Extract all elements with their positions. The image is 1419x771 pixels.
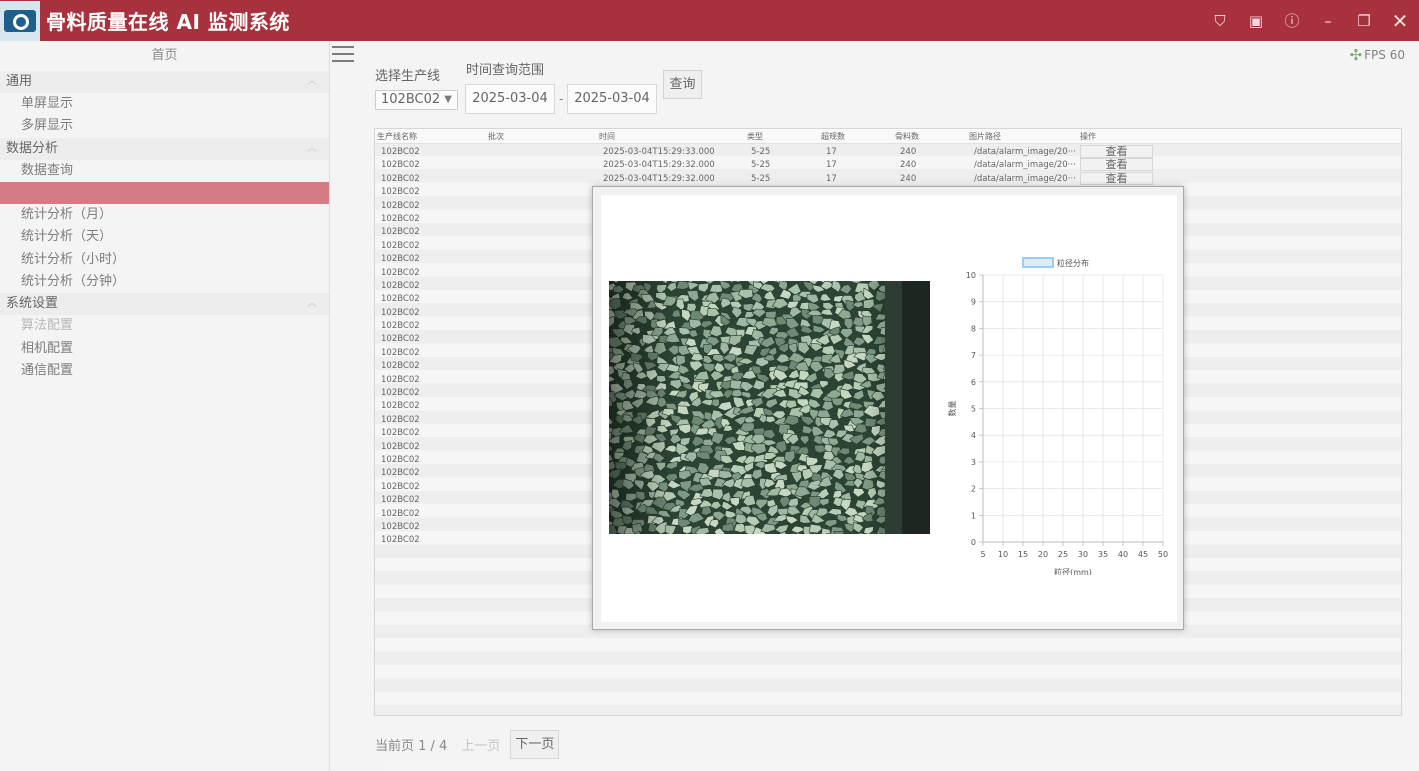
aggregate-image <box>609 281 930 534</box>
x-tick-label: 35 <box>1098 550 1108 559</box>
x-tick-label: 30 <box>1078 550 1088 559</box>
legend-swatch[interactable] <box>1022 257 1054 268</box>
y-axis-label: 数量 <box>947 401 957 417</box>
info-icon[interactable]: ⓘ <box>1283 10 1301 31</box>
y-tick-label: 7 <box>971 351 976 360</box>
close-icon[interactable]: ✕ <box>1391 9 1409 33</box>
y-tick-label: 9 <box>971 298 976 307</box>
x-tick-label: 25 <box>1058 550 1068 559</box>
x-tick-label: 45 <box>1138 550 1148 559</box>
y-tick-label: 1 <box>971 511 976 520</box>
legend-label[interactable]: 粒径分布 <box>1057 258 1089 268</box>
y-tick-label: 5 <box>971 405 976 414</box>
title-bar: 骨料质量在线 AI 监测系统 ⛉ ▣ ⓘ – ❐ ✕ <box>0 0 1419 41</box>
window-controls: ⛉ ▣ ⓘ – ❐ ✕ <box>1211 0 1409 41</box>
particle-size-chart: 粒径分布0123456789105 10 15 20 25 30 35 40 45 50粒径(mm… <box>947 257 1168 575</box>
y-tick-label: 3 <box>971 458 976 467</box>
window-icon[interactable]: ▣ <box>1247 12 1265 30</box>
x-tick-label: 5 <box>980 550 985 559</box>
dialog-body: 粒径分布 0 1 2 3 4 5 6 7 8 9 10 5 10 15 20 25 30 35 40 45 50 粒径(mm… <box>601 195 1177 622</box>
x-tick-label: 40 <box>1118 550 1128 559</box>
x-tick-label: 50 <box>1158 550 1168 559</box>
image-detail-dialog: 粒径分布 0 1 2 3 4 5 6 7 8 9 10 5 10 15 20 25 30 35 40 45 50 粒径(mm… <box>592 186 1184 630</box>
x-tick-label: 20 <box>1038 550 1048 559</box>
camera-logo-icon <box>0 0 40 41</box>
y-tick-label: 0 <box>971 538 976 547</box>
restore-icon[interactable]: ❐ <box>1355 12 1373 30</box>
y-tick-label: 4 <box>971 431 976 440</box>
x-tick-label: 15 <box>1018 550 1028 559</box>
y-tick-label: 2 <box>971 485 976 494</box>
x-tick-label: 10 <box>998 550 1008 559</box>
x-axis-label: 粒径(mm) <box>1054 567 1092 575</box>
minimize-icon[interactable]: – <box>1319 12 1337 30</box>
y-tick-label: 10 <box>966 271 976 280</box>
shirt-icon[interactable]: ⛉ <box>1211 12 1229 30</box>
app-title: 骨料质量在线 AI 监测系统 <box>46 10 290 34</box>
y-tick-label: 6 <box>971 378 976 387</box>
y-tick-label: 8 <box>971 324 976 333</box>
